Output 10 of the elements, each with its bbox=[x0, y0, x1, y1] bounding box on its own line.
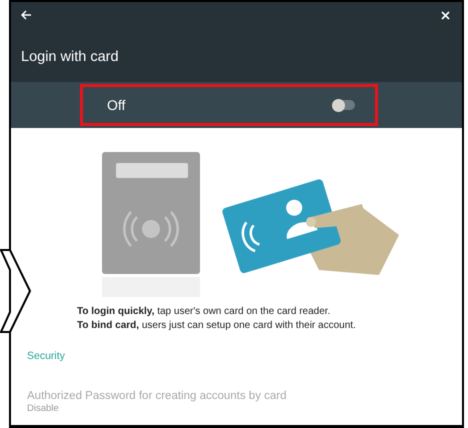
section-title: Security bbox=[27, 350, 66, 362]
setting-value: Disable bbox=[27, 403, 60, 414]
info-text: To bind card, users just can setup one card with their account. bbox=[77, 320, 357, 331]
toggle-label: Off bbox=[107, 97, 126, 113]
toggle-row[interactable]: Off bbox=[80, 84, 378, 126]
info-text: To login quickly, tap user's own card on the card reader. bbox=[77, 306, 332, 317]
back-icon[interactable] bbox=[21, 10, 32, 20]
close-icon[interactable] bbox=[441, 10, 450, 20]
window-title: Login with card bbox=[21, 49, 120, 65]
toggle-switch[interactable] bbox=[333, 100, 355, 110]
